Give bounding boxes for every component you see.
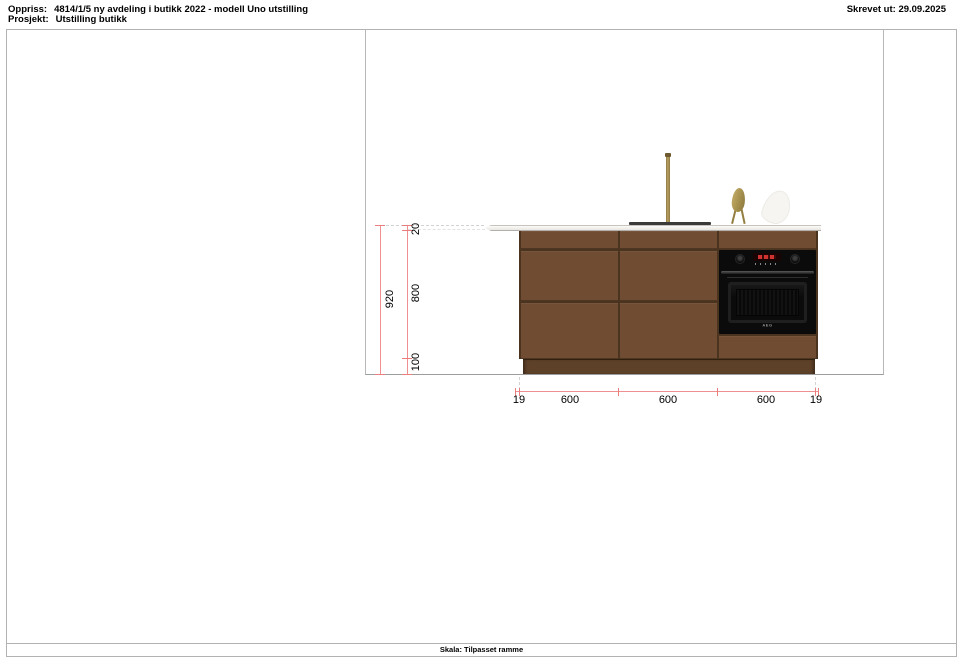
oven-window bbox=[728, 282, 807, 323]
dimension-tick bbox=[375, 374, 385, 375]
gold-sculpture bbox=[729, 187, 749, 225]
drawer-front bbox=[620, 251, 717, 301]
extension-line bbox=[376, 225, 484, 226]
dimension-label-total-height: 920 bbox=[384, 289, 396, 309]
dimension-label-width: 600 bbox=[658, 394, 678, 406]
dimension-line-heights bbox=[407, 226, 408, 375]
dimension-label-countertop: 20 bbox=[410, 222, 422, 236]
oven-touch-controls bbox=[755, 263, 779, 265]
faucet-spout-icon bbox=[665, 153, 671, 157]
drawer-front bbox=[521, 251, 618, 301]
drawer-front bbox=[620, 303, 717, 359]
oven-glass bbox=[736, 289, 799, 316]
printed-date: Skrevet ut: 29.09.2025 bbox=[846, 4, 946, 15]
dimension-label-cabinet-height: 800 bbox=[410, 283, 422, 303]
dimension-tick bbox=[717, 388, 718, 396]
drawer-front bbox=[521, 303, 618, 359]
built-in-oven: AEG bbox=[719, 250, 816, 334]
project-line: Prosjekt: Utstilling butikk bbox=[8, 14, 127, 25]
oven-knob-left bbox=[735, 254, 745, 264]
drawer-front bbox=[719, 336, 816, 359]
scale-footer: Skala: Tilpasset ramme bbox=[6, 643, 957, 656]
faucet bbox=[666, 153, 670, 225]
dimension-label-width: 600 bbox=[560, 394, 580, 406]
project-value: Utstilling butikk bbox=[55, 14, 127, 25]
dimension-line-total-height bbox=[380, 226, 381, 375]
drawer-front bbox=[521, 231, 618, 249]
oven-door-edge bbox=[727, 277, 808, 278]
hob-board bbox=[629, 222, 711, 225]
dimension-label-width: 600 bbox=[756, 394, 776, 406]
dimension-line-widths bbox=[515, 391, 819, 392]
dimension-label-width: 19 bbox=[809, 394, 823, 406]
oven-display-segments bbox=[758, 255, 776, 259]
countertop bbox=[485, 225, 821, 231]
oven-handle bbox=[721, 271, 814, 274]
oven-knob-right bbox=[790, 254, 800, 264]
oven-display bbox=[753, 253, 781, 261]
project-label: Prosjekt: bbox=[8, 14, 49, 25]
sculpture-head bbox=[730, 187, 747, 213]
scale-label: Skala: Tilpasset ramme bbox=[439, 645, 524, 654]
dimension-tick bbox=[618, 388, 619, 396]
drawer-front bbox=[620, 231, 717, 249]
dimension-tick bbox=[375, 225, 385, 226]
dimension-label-width: 19 bbox=[512, 394, 526, 406]
cabinet-plinth bbox=[523, 359, 815, 374]
oven-brand-label: AEG bbox=[762, 323, 773, 328]
dimension-label-plinth: 100 bbox=[410, 352, 422, 372]
drawer-front bbox=[719, 231, 816, 249]
